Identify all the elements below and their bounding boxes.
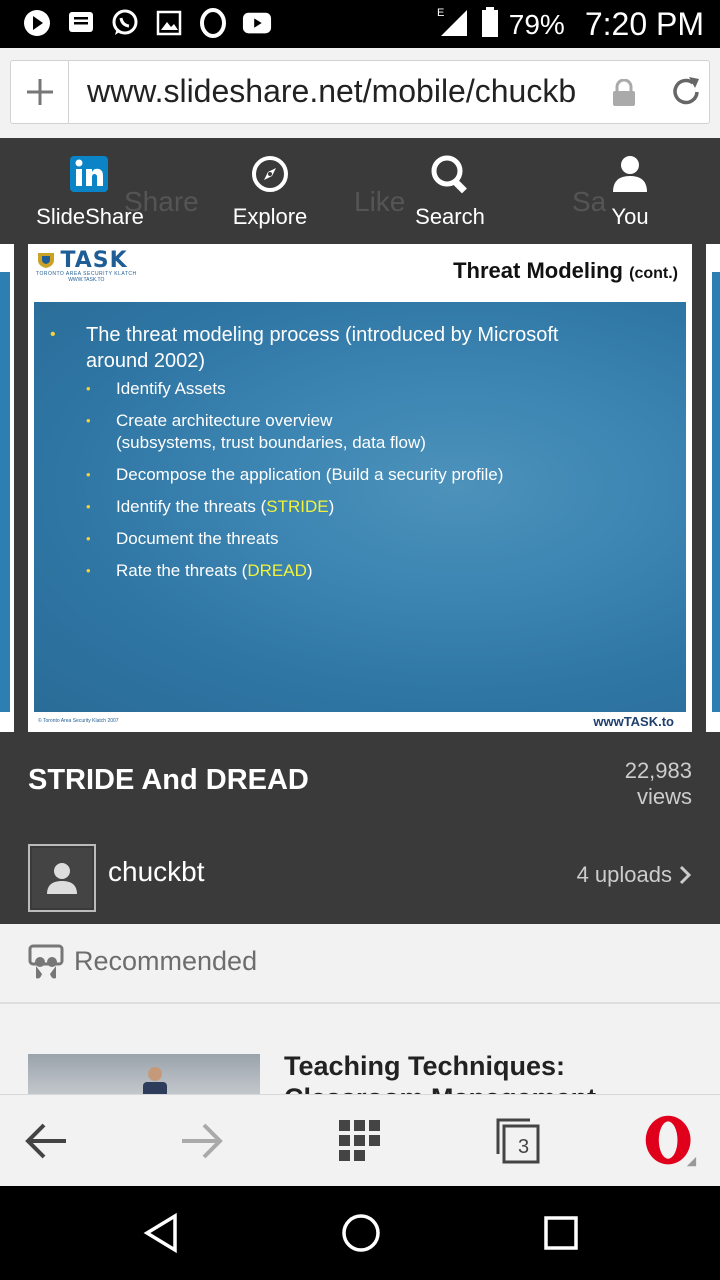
presenter-figure — [143, 1067, 167, 1094]
view-count: 22,983 views — [625, 758, 692, 810]
person-icon — [560, 152, 700, 196]
system-status: E 79% 7:20 PM — [437, 6, 704, 43]
nav-search-label: Search — [415, 204, 485, 229]
messages-icon — [66, 8, 96, 38]
chevron-right-icon — [679, 865, 692, 885]
nav-you[interactable]: You — [560, 152, 700, 230]
linkedin-icon — [20, 152, 160, 196]
back-button[interactable] — [18, 1113, 74, 1169]
android-back-button[interactable] — [136, 1208, 186, 1258]
slide-footer: © Toronto Area Security Klatch 2007 wwwT… — [28, 712, 692, 732]
youtube-icon — [242, 8, 272, 38]
gallery-icon — [154, 8, 184, 38]
main-bullet-line2: around 2002) — [86, 350, 205, 372]
reload-icon[interactable] — [667, 73, 705, 116]
slide-header: TASK TORONTO AREA SECURITY KLATCH WWW.TA… — [28, 244, 692, 302]
main-bullet: The threat modeling process (introduced … — [50, 322, 634, 374]
nav-you-label: You — [611, 204, 649, 229]
opera-menu-button[interactable] — [642, 1113, 698, 1169]
sub-bullet-list: Identify Assets Create architecture over… — [82, 378, 642, 592]
task-logo: TASK TORONTO AREA SECURITY KLATCH WWW.TA… — [36, 248, 137, 283]
sub-bullet: Create architecture overview (subsystems… — [82, 410, 642, 454]
clock: 7:20 PM — [584, 6, 704, 42]
recommended-label: Recommended — [74, 946, 258, 976]
opera-status-icon — [198, 8, 228, 38]
nav-slideshare[interactable]: SlideShare — [20, 152, 160, 230]
arrow-right-icon — [182, 1123, 223, 1159]
sub-bullet: Rate the threats (DREAD) — [82, 560, 642, 582]
new-tab-plus-icon[interactable] — [11, 61, 69, 123]
dread-highlight: DREAD — [247, 561, 307, 580]
slideshare-recommended-icon — [28, 944, 64, 987]
view-count-label: views — [636, 784, 692, 809]
forward-button[interactable] — [174, 1113, 230, 1169]
slideshare-nav: Share Like Sa SlideShare Explore Search … — [0, 138, 720, 238]
slide-title-suffix: (cont.) — [629, 265, 678, 282]
sub-bullet: Identify Assets — [82, 378, 642, 400]
uploads-label: 4 uploads — [576, 862, 672, 887]
nav-explore-label: Explore — [232, 204, 308, 229]
sub-bullet: Identify the threats (STRIDE) — [82, 496, 642, 518]
whatsapp-icon — [110, 8, 140, 38]
triangle-back-icon — [143, 1212, 177, 1254]
notification-icons — [22, 8, 272, 38]
search-icon — [380, 152, 520, 196]
next-slide-peek[interactable] — [706, 244, 720, 732]
current-slide[interactable]: TASK TORONTO AREA SECURITY KLATCH WWW.TA… — [28, 244, 692, 732]
battery-percent: 79% — [508, 8, 565, 40]
battery-icon — [481, 6, 499, 43]
signal-icon: E — [437, 6, 471, 43]
play-store-icon — [22, 8, 52, 38]
recommended-item-title[interactable]: Teaching Techniques: Classroom Managemen… — [284, 1050, 684, 1094]
android-home-button[interactable] — [336, 1208, 386, 1258]
recommended-list: Teaching Techniques: Classroom Managemen… — [0, 1004, 720, 1094]
browser-address-bar: www.slideshare.net/mobile/chuckb — [0, 48, 720, 138]
nav-search[interactable]: Search — [380, 152, 520, 230]
slide-footer-url: wwwTASK.to — [593, 714, 674, 729]
avatar[interactable] — [28, 844, 96, 912]
task-logo-text: TASK — [60, 248, 128, 273]
main-bullet-line1: The threat modeling process (introduced … — [86, 324, 559, 346]
presentation-info: STRIDE And DREAD 22,983 views chuckbt 4 … — [0, 738, 720, 924]
square-recents-icon — [544, 1216, 578, 1250]
slide-title: Threat Modeling (cont.) — [453, 258, 678, 284]
nav-slideshare-label: SlideShare — [36, 204, 144, 229]
author-name[interactable]: chuckbt — [108, 856, 205, 888]
tabs-count: 3 — [518, 1136, 530, 1158]
recommended-header: Recommended — [0, 924, 720, 1004]
view-count-number: 22,983 — [624, 758, 692, 783]
compass-icon — [200, 152, 340, 196]
sub-bullet: Document the threats — [82, 528, 642, 550]
browser-bottom-bar: 3 — [0, 1094, 720, 1186]
default-avatar-icon — [47, 863, 77, 894]
svg-text:E: E — [437, 7, 444, 19]
slide-viewer[interactable]: TASK TORONTO AREA SECURITY KLATCH WWW.TA… — [0, 238, 720, 738]
speed-dial-button[interactable] — [332, 1113, 388, 1169]
url-text[interactable]: www.slideshare.net/mobile/chuckb — [87, 73, 597, 110]
url-field[interactable]: www.slideshare.net/mobile/chuckb — [10, 60, 710, 124]
circle-home-icon — [342, 1214, 380, 1252]
android-nav-bar — [0, 1186, 720, 1280]
stride-highlight: STRIDE — [266, 497, 329, 516]
grid-icon — [339, 1120, 380, 1161]
task-shield-icon — [38, 253, 54, 268]
uploads-link[interactable]: 4 uploads — [577, 862, 692, 888]
slide-body: The threat modeling process (introduced … — [34, 302, 686, 712]
recommended-thumbnail[interactable] — [28, 1054, 260, 1094]
status-bar: E 79% 7:20 PM — [0, 0, 720, 48]
arrow-left-icon — [25, 1123, 66, 1159]
android-recents-button[interactable] — [536, 1208, 586, 1258]
previous-slide-peek[interactable] — [0, 244, 14, 732]
nav-explore[interactable]: Explore — [200, 152, 340, 230]
sub-bullet: Decompose the application (Build a secur… — [82, 464, 642, 486]
slide-copyright: © Toronto Area Security Klatch 2007 — [38, 718, 119, 724]
opera-logo-icon — [645, 1115, 697, 1167]
author-row[interactable]: chuckbt 4 uploads — [0, 840, 720, 924]
lock-icon — [611, 78, 637, 112]
presentation-title: STRIDE And DREAD — [28, 764, 309, 796]
slide-title-main: Threat Modeling — [453, 258, 623, 283]
task-logo-url: WWW.TASK.TO — [68, 277, 105, 283]
